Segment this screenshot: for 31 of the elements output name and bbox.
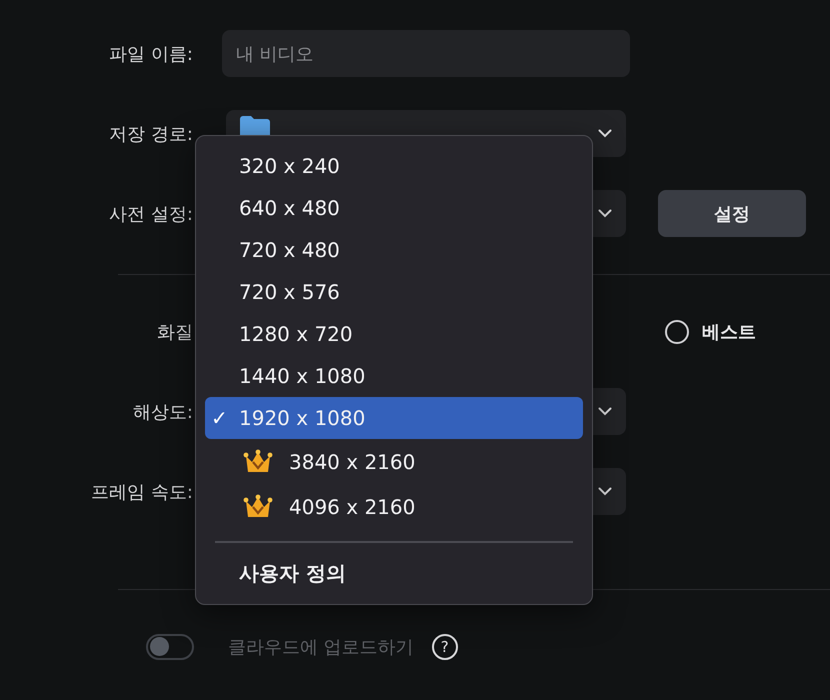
menu-item[interactable]: 720 x 480 bbox=[205, 229, 583, 271]
menu-item[interactable]: 1440 x 1080 bbox=[205, 355, 583, 397]
menu-item[interactable]: 4096 x 2160 bbox=[205, 484, 583, 529]
menu-item[interactable]: 3840 x 2160 bbox=[205, 439, 583, 484]
menu-item[interactable]: ✓ 1920 x 1080 bbox=[205, 397, 583, 439]
chevron-down-icon bbox=[598, 407, 612, 416]
field-label: 파일 이름: bbox=[108, 42, 193, 66]
chevron-down-icon bbox=[598, 487, 612, 496]
field-label: 사전 설정: bbox=[108, 202, 193, 226]
field-label: 해상도: bbox=[132, 400, 193, 424]
radio-label: 베스트 bbox=[702, 320, 756, 344]
toggle-switch[interactable] bbox=[146, 634, 194, 660]
crown-icon bbox=[243, 494, 273, 520]
radio-button[interactable] bbox=[665, 320, 689, 344]
menu-item[interactable]: 1280 x 720 bbox=[205, 313, 583, 355]
menu-item[interactable]: 사용자 정의 bbox=[205, 553, 583, 593]
folder-icon bbox=[240, 116, 270, 138]
chevron-down-icon bbox=[598, 209, 612, 218]
menu-item[interactable]: 720 x 576 bbox=[205, 271, 583, 313]
field-label: 프레임 속도: bbox=[90, 480, 193, 504]
toggle-label: 클라우드에 업로드하기 bbox=[228, 636, 414, 658]
chevron-down-icon bbox=[598, 129, 612, 138]
file-name-field[interactable]: 내 비디오 bbox=[222, 30, 630, 77]
checkmark-icon: ✓ bbox=[211, 406, 228, 430]
crown-icon bbox=[243, 448, 273, 474]
menu-item[interactable]: 320 x 240 bbox=[205, 145, 583, 187]
settings-button[interactable]: 설정 bbox=[658, 190, 806, 237]
field-label: 화질 bbox=[156, 320, 193, 344]
menu-item[interactable]: 640 x 480 bbox=[205, 187, 583, 229]
field-label: 저장 경로: bbox=[108, 122, 193, 146]
help-icon[interactable]: ? bbox=[432, 634, 458, 660]
